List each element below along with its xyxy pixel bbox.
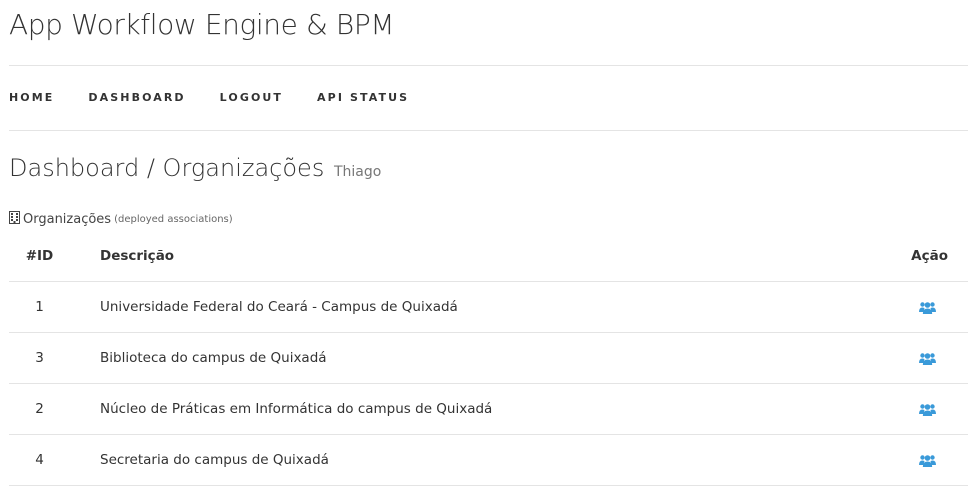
row-id: 3 [9, 332, 99, 384]
organizations-table: #ID Descrição Ação 1 Universidade Federa… [9, 231, 968, 486]
nav-api-status[interactable]: API STATUS [317, 91, 409, 104]
users-icon[interactable] [919, 352, 936, 365]
main-nav: HOME DASHBOARD LOGOUT API STATUS [9, 91, 443, 104]
row-descricao: Biblioteca do campus de Quixadá [99, 332, 888, 384]
header-acao: Ação [888, 231, 968, 282]
row-descricao: Secretaria do campus de Quixadá [99, 434, 888, 486]
users-icon[interactable] [919, 301, 936, 314]
users-icon[interactable] [919, 454, 936, 467]
table-row: 3 Biblioteca do campus de Quixadá [9, 332, 968, 384]
section-heading: Organizações (deployed associations) [9, 211, 233, 228]
section-sublabel: (deployed associations) [114, 214, 233, 225]
page-title: Dashboard / Organizações Thiago [9, 154, 381, 182]
nav-dashboard[interactable]: DASHBOARD [88, 91, 185, 104]
nav-logout[interactable]: LOGOUT [220, 91, 283, 104]
table-header-row: #ID Descrição Ação [9, 231, 968, 282]
section-label: Organizações [23, 212, 112, 227]
page-title-text: Dashboard / Organizações [9, 154, 325, 182]
table-row: 1 Universidade Federal do Ceará - Campus… [9, 281, 968, 333]
user-name: Thiago [333, 164, 382, 180]
row-id: 2 [9, 383, 99, 435]
table-row: 4 Secretaria do campus de Quixadá [9, 434, 968, 486]
header-id: #ID [9, 231, 99, 282]
row-id: 1 [9, 281, 99, 333]
header-divider [9, 65, 968, 66]
users-icon[interactable] [919, 403, 936, 416]
table-row: 2 Núcleo de Práticas em Informática do c… [9, 383, 968, 435]
building-icon [9, 211, 20, 228]
row-id: 4 [9, 434, 99, 486]
header-descricao: Descrição [99, 231, 888, 282]
nav-home[interactable]: HOME [9, 91, 54, 104]
nav-divider [9, 130, 968, 131]
row-descricao: Núcleo de Práticas em Informática do cam… [99, 383, 888, 435]
row-descricao: Universidade Federal do Ceará - Campus d… [99, 281, 888, 333]
app-title: App Workflow Engine & BPM [9, 8, 395, 41]
